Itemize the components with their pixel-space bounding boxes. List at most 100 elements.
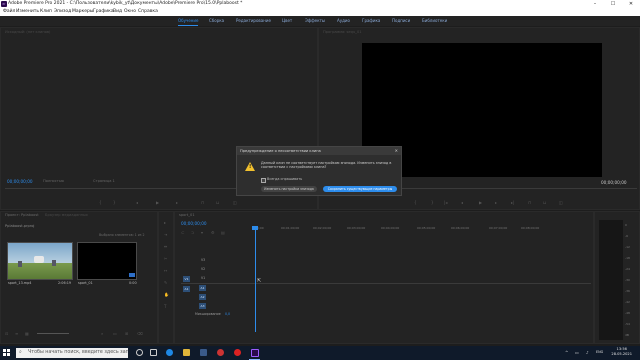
media-browser-tab[interactable]: Браузер медиаданных [45,213,88,217]
program-step-back-icon[interactable]: ◂ [461,200,463,205]
slip-tool-icon[interactable]: ↔ [164,268,167,273]
menu-sequence[interactable]: Эпизод [54,8,71,16]
volume-icon[interactable]: ♪ [586,350,589,355]
icon-view-icon[interactable]: ▦ [25,331,29,336]
track-label-v2[interactable]: V2 [201,267,205,271]
menu-help[interactable]: Справка [138,8,158,16]
menu-window[interactable]: Окно [124,8,136,16]
source-step-forward-icon[interactable]: ▸ [176,200,178,205]
program-go-out-icon[interactable]: ▸| [511,200,514,205]
workspace-graphics[interactable]: Графика [362,16,380,26]
cortana-icon[interactable] [136,349,143,356]
close-button[interactable]: ✕ [622,0,640,8]
source-overwrite-icon[interactable]: ⊔ [216,200,219,205]
menu-edit[interactable]: Изменить [16,8,39,16]
program-lift-icon[interactable]: ⊓ [528,200,531,205]
program-extract-icon[interactable]: ⊔ [543,200,546,205]
program-panel-title[interactable]: Программа: sequ_01 [323,30,362,34]
playhead-handle-icon[interactable] [252,226,258,230]
lock-icon[interactable]: ⊡ [5,331,8,336]
type-tool-icon[interactable]: T [164,304,166,309]
pen-tool-icon[interactable]: ✎ [164,280,167,285]
taskbar-search-input[interactable]: Чтобы начать поиск, введите здесь запрос [16,348,128,358]
menu-view[interactable]: Вид [113,8,122,16]
list-view-icon[interactable]: ≡ [15,331,18,336]
track-label-a1[interactable]: A1 [199,285,206,291]
file-explorer-icon[interactable] [183,349,190,356]
timeline-timecode[interactable]: 00;00;00;00 [181,221,207,226]
captions-icon[interactable]: ▤ [221,230,225,235]
linked-selection-icon[interactable]: ⊃ [191,230,194,235]
edge-browser-icon[interactable] [166,349,173,356]
source-play-icon[interactable]: ▶ [156,200,159,205]
clip-name-sport-01[interactable]: sport_01 [78,281,93,285]
timeline-tab[interactable]: sport_01 [179,213,195,217]
language-indicator[interactable]: ENG [596,350,603,354]
workspace-color[interactable]: Цвет [282,16,292,26]
master-track-value[interactable]: 0,0 [225,312,230,316]
program-mark-out-icon[interactable]: } [431,200,434,205]
store-icon[interactable] [200,349,207,356]
track-label-v1[interactable]: V1 [201,276,205,280]
workspace-libraries[interactable]: Библиотеки [422,16,447,26]
selection-tool-icon[interactable]: ▸ [164,220,166,225]
new-item-icon[interactable]: ⊞ [125,331,128,336]
wrench-icon[interactable]: ⚙ [211,230,215,235]
menu-clip[interactable]: Клип [40,8,52,16]
snap-icon[interactable]: ⊂ [181,230,184,235]
track-label-a2[interactable]: A2 [199,294,206,300]
source-patch-v1[interactable]: V1 [183,276,190,282]
network-icon[interactable]: ▭ [575,350,579,355]
keep-existing-settings-button[interactable]: Сохранить существующие параметры [323,186,397,192]
workspace-effects[interactable]: Эффекты [305,16,325,26]
workspace-captions[interactable]: Подписи [392,16,410,26]
program-go-in-icon[interactable]: |◂ [444,200,447,205]
hand-tool-icon[interactable]: ✋ [164,292,169,297]
add-marker-icon[interactable]: ▾ [201,230,203,235]
source-panel-title[interactable]: Исходный: (нет клипов) [5,30,50,34]
track-label-v3[interactable]: V3 [201,258,205,262]
program-step-forward-icon[interactable]: ▸ [495,200,497,205]
maximize-button[interactable]: ☐ [604,0,622,8]
source-patch-a1[interactable]: A1 [183,286,190,292]
new-bin-icon[interactable]: ▭ [113,331,117,336]
tray-chevron-icon[interactable]: ^ [565,350,568,355]
workspace-editing[interactable]: Редактирование [236,16,271,26]
menu-markers[interactable]: Маркеры [72,8,93,16]
premiere-taskbar-icon[interactable] [251,349,259,357]
razor-tool-icon[interactable]: ✂ [164,256,167,261]
source-mark-out-icon[interactable]: } [113,200,116,205]
always-ask-checkbox[interactable] [261,178,266,183]
always-ask-label[interactable]: Всегда спрашивать [267,177,302,181]
workspace-audio[interactable]: Аудио [337,16,350,26]
source-mark-in-icon[interactable]: { [99,200,102,205]
change-sequence-settings-button[interactable]: Изменить настройки эпизода [261,186,317,192]
program-export-frame-icon[interactable]: ◫ [559,200,563,205]
track-label-a3[interactable]: A3 [199,303,206,309]
source-insert-icon[interactable]: ⊓ [201,200,204,205]
track-select-tool-icon[interactable]: ⇥ [164,232,167,237]
taskbar-clock[interactable]: 13:56 28.05.2021 [611,347,632,357]
menu-graphics[interactable]: Графика [93,8,114,16]
source-page-select[interactable]: Страница 1 [93,179,115,183]
program-play-icon[interactable]: ▶ [479,200,482,205]
timeline-ruler[interactable]: 00;00 00;01;00;00 00;02;00;00 00;03;00;0… [255,226,591,234]
menu-file[interactable]: Файл [3,8,15,16]
workspace-learning[interactable]: Обучение [178,16,199,26]
source-timecode[interactable]: 00;00;00;00 [7,179,33,184]
source-zoom-select[interactable]: Полностью [43,179,64,183]
clear-icon[interactable]: ⌫ [137,331,143,336]
dialog-close-button[interactable]: ✕ [395,147,398,155]
playhead[interactable] [255,226,256,332]
workspace-assembly[interactable]: Сборка [209,16,224,26]
clip-name-sport-13[interactable]: sport_13.mp4 [8,281,31,285]
task-view-icon[interactable] [150,349,157,356]
source-export-frame-icon[interactable]: ◫ [233,200,237,205]
project-tab[interactable]: Проект: Pplaboost [5,213,39,217]
media-app-icon[interactable] [217,349,224,356]
source-step-back-icon[interactable]: ◂ [136,200,138,205]
windows-start-icon[interactable] [3,349,11,357]
search-icon[interactable]: ⌕ [101,331,103,336]
sequence-thumbnail-sport-01[interactable] [77,242,137,280]
program-mark-in-icon[interactable]: { [414,200,417,205]
